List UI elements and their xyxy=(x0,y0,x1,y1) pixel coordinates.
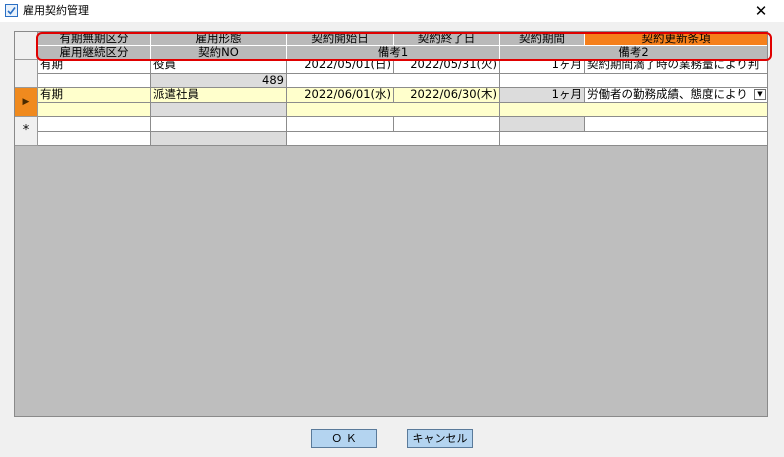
cell-contract-no xyxy=(151,103,287,117)
header-continuation-type[interactable]: 雇用継続区分 xyxy=(38,46,151,60)
cell-note2[interactable] xyxy=(500,103,767,117)
cell-renewal[interactable]: 契約期間満了時の業務量により判 xyxy=(585,60,767,74)
header-note2[interactable]: 備考2 xyxy=(500,46,767,60)
cell-type[interactable]: 有期 xyxy=(38,88,151,103)
header-note1[interactable]: 備考1 xyxy=(287,46,500,60)
cell-contract-no: 489 xyxy=(151,74,287,88)
cell-period[interactable] xyxy=(500,117,585,132)
new-row-icon[interactable]: * xyxy=(15,117,38,146)
cell-renewal: 労働者の勤務成績、態度により xyxy=(587,88,748,101)
cell-continuation[interactable] xyxy=(38,103,151,117)
grid-corner xyxy=(15,32,38,60)
ok-button[interactable]: Ｏ Ｋ xyxy=(311,429,377,448)
cell-end-date[interactable]: 2022/05/31(火) xyxy=(394,60,500,74)
cell-contract-no xyxy=(151,132,287,146)
cell-note2[interactable] xyxy=(500,132,767,146)
cell-continuation[interactable] xyxy=(38,132,151,146)
header-end-date[interactable]: 契約終了日 xyxy=(394,32,500,46)
cell-note1[interactable] xyxy=(287,132,500,146)
cell-continuation[interactable] xyxy=(38,74,151,88)
cell-start-date[interactable]: 2022/05/01(日) xyxy=(287,60,394,74)
cell-note1[interactable] xyxy=(287,103,500,117)
renewal-combo[interactable]: 労働者の勤務成績、態度により ▼ xyxy=(585,88,767,103)
app-window-icon xyxy=(5,4,18,17)
chevron-down-icon[interactable]: ▼ xyxy=(754,89,766,100)
cell-renewal[interactable] xyxy=(585,117,767,132)
cell-end-date[interactable] xyxy=(394,117,500,132)
cell-start-date[interactable]: 2022/06/01(水) xyxy=(287,88,394,103)
cell-note2[interactable] xyxy=(500,74,767,88)
cell-note1[interactable] xyxy=(287,74,500,88)
cell-type[interactable] xyxy=(38,117,151,132)
window-title: 雇用契約管理 xyxy=(23,4,89,17)
cell-employment[interactable] xyxy=(151,117,287,132)
header-employment-type[interactable]: 雇用形態 xyxy=(151,32,287,46)
cell-start-date[interactable] xyxy=(287,117,394,132)
header-renewal-clause[interactable]: 契約更新条項 xyxy=(585,32,767,46)
close-icon[interactable]: ✕ xyxy=(738,0,784,22)
header-start-date[interactable]: 契約開始日 xyxy=(287,32,394,46)
cell-period[interactable]: 1ヶ月 xyxy=(500,60,585,74)
header-contract-no[interactable]: 契約NO xyxy=(151,46,287,60)
title-bar: 雇用契約管理 ✕ xyxy=(0,0,784,22)
header-fixed-term-type[interactable]: 有期無期区分 xyxy=(38,32,151,46)
cancel-button[interactable]: キャンセル xyxy=(407,429,473,448)
row-selector[interactable] xyxy=(15,60,38,88)
cell-period[interactable]: 1ヶ月 xyxy=(500,88,585,103)
row-pointer-icon[interactable]: ▶ xyxy=(15,88,38,117)
contract-grid: 有期無期区分 雇用形態 契約開始日 契約終了日 契約期間 契約更新条項 雇用継続… xyxy=(14,31,768,417)
cell-end-date[interactable]: 2022/06/30(木) xyxy=(394,88,500,103)
cell-employment[interactable]: 役員 xyxy=(151,60,287,74)
cell-employment[interactable]: 派遣社員 xyxy=(151,88,287,103)
header-period[interactable]: 契約期間 xyxy=(500,32,585,46)
cell-type[interactable]: 有期 xyxy=(38,60,151,74)
